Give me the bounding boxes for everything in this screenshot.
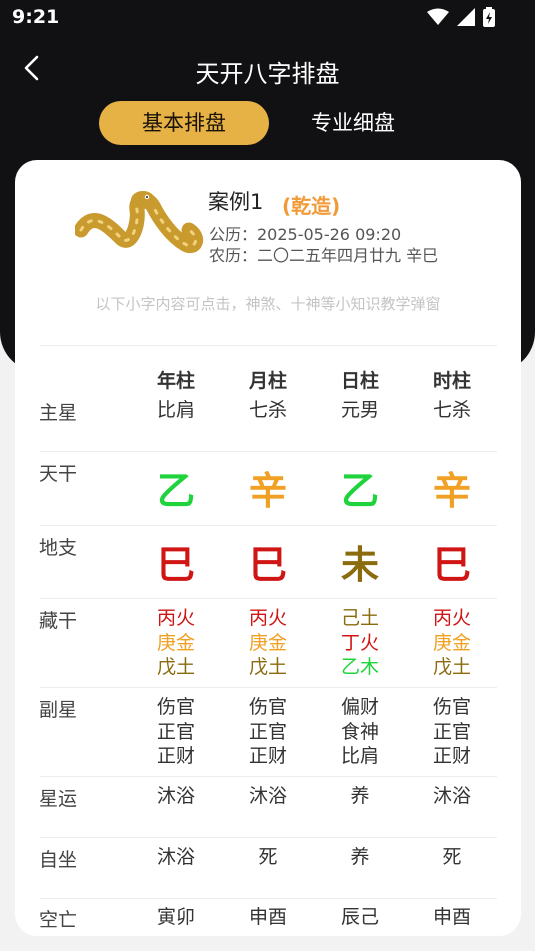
row-label-canggan: 藏干 (39, 610, 78, 632)
canggan-hour[interactable]: 丙火 庚金 戊土 (412, 606, 492, 680)
tiangan-day[interactable]: 乙 (320, 469, 400, 513)
xingyun-month[interactable]: 沐浴 (228, 784, 308, 809)
divider (40, 837, 497, 838)
kongwang-day[interactable]: 辰己 (320, 905, 400, 930)
nav-bar: 天开八字排盘 (0, 44, 535, 92)
zizuo-year[interactable]: 沐浴 (136, 845, 216, 870)
canggan-item[interactable]: 戊土 (136, 655, 216, 680)
signal-icon (457, 8, 475, 30)
fuxing-item[interactable]: 正官 (228, 720, 308, 745)
tiangan-month[interactable]: 辛 (228, 469, 308, 513)
wifi-icon (427, 8, 449, 30)
divider (40, 345, 497, 346)
canggan-item[interactable]: 戊土 (412, 655, 492, 680)
fuxing-item[interactable]: 正官 (412, 720, 492, 745)
divider (40, 898, 497, 899)
row-label-fuxing: 副星 (39, 699, 78, 721)
tab-bar: 基本排盘 专业细盘 (0, 101, 535, 145)
canggan-day[interactable]: 己土 丁火 乙木 (320, 606, 400, 680)
canggan-item[interactable]: 丁火 (320, 631, 400, 656)
bazi-card: 案例1 (乾造) 公历：2025-05-26 09:20 农历：二〇二五年四月廿… (15, 160, 521, 936)
canggan-item[interactable]: 庚金 (228, 631, 308, 656)
kongwang-month[interactable]: 申酉 (228, 905, 308, 930)
fuxing-item[interactable]: 伤官 (228, 695, 308, 720)
fuxing-month[interactable]: 伤官 正官 正财 (228, 695, 308, 769)
row-label-xingyun: 星运 (39, 788, 78, 810)
canggan-item[interactable]: 庚金 (412, 631, 492, 656)
row-label-zizuo: 自坐 (39, 849, 78, 871)
tab-basic-chart[interactable]: 基本排盘 (99, 101, 269, 145)
dizhi-year[interactable]: 巳 (136, 543, 216, 587)
xingyun-hour[interactable]: 沐浴 (412, 784, 492, 809)
status-icons (427, 7, 495, 31)
tiangan-hour[interactable]: 辛 (412, 469, 492, 513)
kongwang-year[interactable]: 寅卯 (136, 905, 216, 930)
fuxing-item[interactable]: 伤官 (412, 695, 492, 720)
canggan-item[interactable]: 丙火 (412, 606, 492, 631)
canggan-item[interactable]: 丙火 (136, 606, 216, 631)
divider (40, 525, 497, 526)
fuxing-hour[interactable]: 伤官 正官 正财 (412, 695, 492, 769)
fuxing-item[interactable]: 偏财 (320, 695, 400, 720)
snake-logo-icon (75, 191, 204, 253)
col-header-month: 月柱 (248, 370, 287, 392)
canggan-item[interactable]: 丙火 (228, 606, 308, 631)
tiangan-year[interactable]: 乙 (136, 469, 216, 513)
row-label-zhuxing: 主星 (39, 402, 78, 424)
zhuxing-year[interactable]: 比肩 (136, 398, 216, 423)
zizuo-hour[interactable]: 死 (412, 845, 492, 870)
canggan-item[interactable]: 戊土 (228, 655, 308, 680)
canggan-item[interactable]: 庚金 (136, 631, 216, 656)
row-label-kongwang: 空亡 (39, 909, 78, 931)
col-header-day: 日柱 (340, 370, 379, 392)
battery-icon (483, 7, 495, 31)
divider (40, 776, 497, 777)
fuxing-day[interactable]: 偏财 食神 比肩 (320, 695, 400, 769)
canggan-month[interactable]: 丙火 庚金 戊土 (228, 606, 308, 680)
tab-pro-chart[interactable]: 专业细盘 (290, 101, 416, 145)
canggan-year[interactable]: 丙火 庚金 戊土 (136, 606, 216, 680)
fuxing-item[interactable]: 伤官 (136, 695, 216, 720)
lunar-date: 农历：二〇二五年四月廿九 辛巳 (209, 246, 439, 265)
fuxing-item[interactable]: 比肩 (320, 744, 400, 769)
page-title: 天开八字排盘 (195, 60, 340, 88)
fuxing-item[interactable]: 食神 (320, 720, 400, 745)
row-label-dizhi: 地支 (39, 537, 78, 559)
zhuxing-day[interactable]: 元男 (320, 398, 400, 423)
zizuo-month[interactable]: 死 (228, 845, 308, 870)
divider (40, 687, 497, 688)
hint-text: 以下小字内容可点击，神煞、十神等小知识教学弹窗 (95, 295, 441, 313)
row-label-tiangan: 天干 (39, 463, 78, 485)
fuxing-year[interactable]: 伤官 正官 正财 (136, 695, 216, 769)
xingyun-year[interactable]: 沐浴 (136, 784, 216, 809)
fuxing-item[interactable]: 正财 (412, 744, 492, 769)
zizuo-day[interactable]: 养 (320, 845, 400, 870)
col-header-hour: 时柱 (432, 370, 471, 392)
divider (40, 451, 497, 452)
zhuxing-hour[interactable]: 七杀 (412, 398, 492, 423)
divider (40, 598, 497, 599)
dizhi-day[interactable]: 未 (320, 543, 400, 587)
dizhi-month[interactable]: 巳 (228, 543, 308, 587)
kongwang-hour[interactable]: 申酉 (412, 905, 492, 930)
canggan-item[interactable]: 乙木 (320, 655, 400, 680)
fuxing-item[interactable]: 正财 (136, 744, 216, 769)
fuxing-item[interactable]: 正官 (136, 720, 216, 745)
case-name: 案例1 (208, 190, 264, 214)
zhuxing-month[interactable]: 七杀 (228, 398, 308, 423)
dizhi-hour[interactable]: 巳 (412, 543, 492, 587)
status-bar: 9:21 (0, 0, 535, 36)
fuxing-item[interactable]: 正财 (228, 744, 308, 769)
canggan-item[interactable]: 己土 (320, 606, 400, 631)
gender-tag: (乾造) (282, 194, 341, 218)
col-header-year: 年柱 (156, 370, 195, 392)
xingyun-day[interactable]: 养 (320, 784, 400, 809)
status-time: 9:21 (12, 6, 60, 28)
